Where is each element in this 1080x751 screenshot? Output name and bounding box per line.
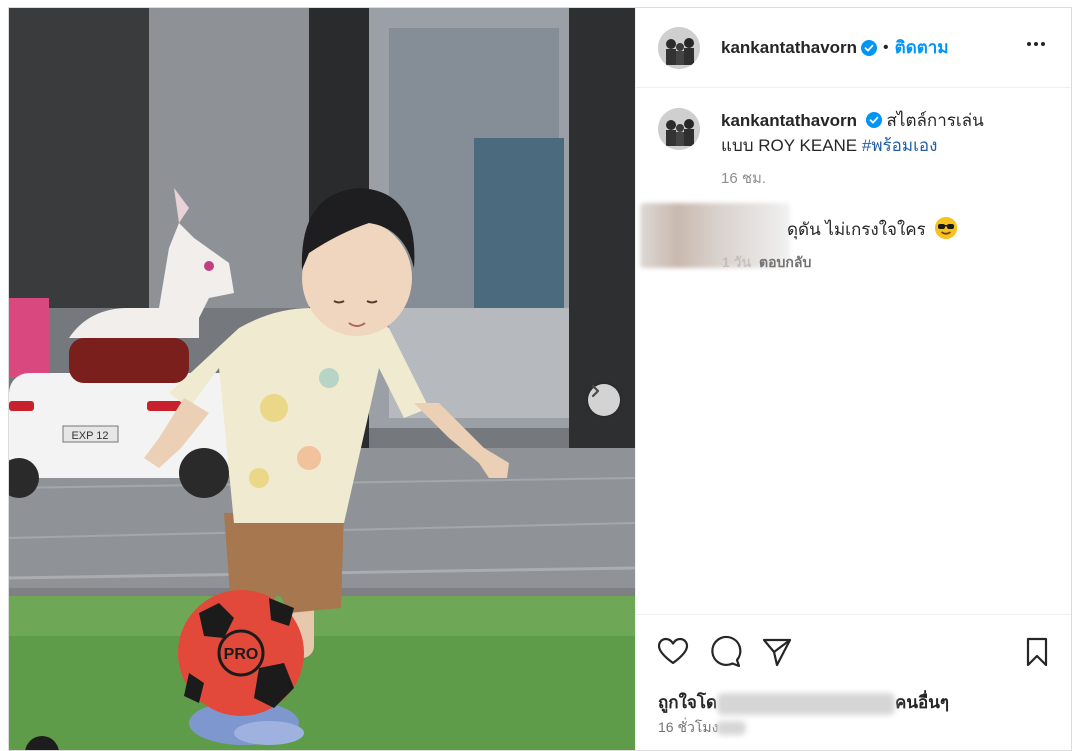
next-photo-button[interactable] — [588, 384, 620, 416]
more-icon — [1027, 42, 1031, 46]
comment-text-wrap: ดุดัน ไม่เกรงใจใคร — [787, 216, 957, 243]
heart-icon[interactable] — [656, 635, 690, 669]
avatar[interactable] — [658, 26, 700, 69]
hashtag-link[interactable]: #พร้อมเอง — [862, 136, 938, 155]
post-actions: ถูกใจโด คนอื่นๆ 16 ชั่วโมง — [636, 614, 1071, 750]
car-plate: EXP 12 — [71, 430, 108, 442]
post-header: kankantathavorn • ติดตาม — [636, 8, 1071, 88]
share-icon[interactable] — [760, 635, 794, 669]
likes-suffix: คนอื่นๆ — [895, 693, 949, 712]
family-photo-icon — [658, 108, 700, 150]
header-username[interactable]: kankantathavorn — [721, 38, 857, 58]
verified-badge-icon — [865, 112, 882, 128]
separator-dot: • — [883, 38, 889, 56]
likes-summary[interactable]: ถูกใจโด คนอื่นๆ — [658, 689, 949, 716]
blurred-time — [716, 721, 747, 736]
post-dialog: EXP 12 PRO kankantathavorn • ติดตาม kank… — [8, 7, 1072, 751]
comment-time: 1 วัน — [722, 254, 752, 270]
photo-illustration: EXP 12 PRO — [9, 8, 635, 750]
likes-prefix: ถูกใจโด — [658, 693, 718, 712]
reply-button[interactable]: ตอบกลับ — [759, 254, 811, 270]
comment-meta: 1 วัน ตอบกลับ — [722, 252, 811, 274]
verified-badge-icon — [861, 39, 878, 56]
more-options-button[interactable] — [1021, 34, 1051, 54]
post-time-text: 16 ชั่วโมง — [658, 719, 719, 735]
post-time: 16 ชั่วโมง — [658, 717, 747, 739]
comment-text: ดุดัน ไม่เกรงใจใคร — [787, 220, 926, 239]
chevron-right-icon — [591, 384, 600, 398]
caption-avatar[interactable] — [658, 108, 700, 150]
ball-label: PRO — [224, 646, 259, 663]
follow-button[interactable]: ติดตาม — [895, 34, 949, 61]
comment-icon[interactable] — [708, 635, 742, 669]
caption-body: kankantathavorn สไตล์การเล่น แบบ ROY KEA… — [721, 108, 984, 191]
family-photo-icon — [658, 26, 700, 69]
caption-time: 16 ชม. — [721, 170, 767, 187]
post-caption: kankantathavorn สไตล์การเล่น แบบ ROY KEA… — [658, 108, 1058, 191]
post-side-panel: kankantathavorn • ติดตาม kankantathavorn… — [635, 8, 1071, 750]
sunglasses-emoji-icon — [934, 217, 957, 239]
caption-username[interactable]: kankantathavorn — [721, 111, 857, 130]
post-photo[interactable]: EXP 12 PRO — [9, 8, 635, 750]
blurred-liker — [717, 692, 896, 715]
comment-item: ดุดัน ไม่เกรงใจใคร 1 วัน ตอบกลับ — [640, 203, 1060, 273]
bookmark-icon[interactable] — [1020, 635, 1054, 669]
caption-text-line1: สไตล์การเล่น — [886, 111, 984, 130]
caption-text-line2: แบบ ROY KEANE — [721, 136, 858, 155]
